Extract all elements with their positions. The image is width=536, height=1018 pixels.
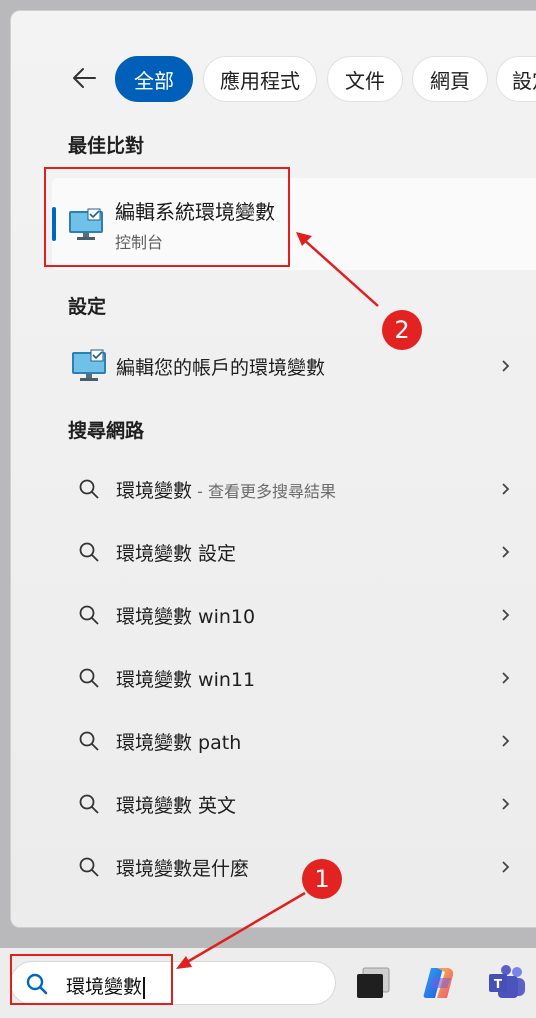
web-result-row[interactable]: 環境變數 path [55, 715, 536, 767]
annotation-badge-2: 2 [382, 310, 422, 350]
search-icon [79, 542, 99, 562]
filter-chip-web[interactable]: 網頁 [412, 56, 488, 102]
search-icon [79, 731, 99, 751]
selection-indicator [52, 207, 56, 241]
search-icon [79, 668, 99, 688]
monitor-settings-icon [72, 349, 106, 381]
best-match-title: 編輯系統環境變數 [115, 200, 275, 224]
taskbar-search-box[interactable]: 環境變數 [10, 961, 336, 1005]
chevron-right-icon [502, 735, 510, 747]
chevron-right-icon [502, 609, 510, 621]
teams-icon[interactable]: T [487, 964, 527, 1002]
chevron-right-icon [502, 798, 510, 810]
chevron-right-icon [502, 861, 510, 873]
search-icon [79, 479, 99, 499]
annotation-badge-1: 1 [302, 859, 342, 899]
filter-chip-apps[interactable]: 應用程式 [203, 56, 317, 102]
best-match-heading: 最佳比對 [68, 135, 145, 157]
web-result-row[interactable]: 環境變數是什麼 [55, 841, 536, 893]
web-result-label: 環境變數 win10 [116, 605, 256, 628]
text-caret [143, 976, 145, 999]
web-result-row[interactable]: 環境變數 win11 [55, 652, 536, 704]
search-icon [26, 973, 48, 995]
monitor-settings-icon [69, 208, 103, 240]
chevron-right-icon [502, 360, 510, 372]
copilot-icon[interactable] [421, 964, 459, 1002]
taskbar-search-query: 環境變數 [66, 976, 143, 998]
chevron-right-icon [502, 672, 510, 684]
filter-chip-all[interactable]: 全部 [115, 56, 193, 102]
filter-chip-documents[interactable]: 文件 [327, 56, 403, 102]
web-result-label: 環境變數 英文 [116, 794, 237, 817]
best-match-card[interactable]: 編輯系統環境變數 控制台 [52, 178, 536, 270]
taskbar: 環境變數 T [0, 948, 536, 1018]
web-result-label: 環境變數是什麼 [116, 857, 250, 880]
search-icon [79, 857, 99, 877]
web-result-row[interactable]: 環境變數 英文 [55, 778, 536, 830]
filter-chip-settings[interactable]: 設定 [496, 56, 536, 102]
web-result-label: 環境變數 [116, 479, 193, 502]
settings-result-label: 編輯您的帳戶的環境變數 [116, 356, 326, 379]
search-icon [79, 794, 99, 814]
web-result-row[interactable]: 環境變數 - 查看更多搜尋結果 [55, 463, 536, 515]
back-arrow-icon[interactable] [69, 63, 99, 93]
web-result-label: 環境變數 path [116, 731, 242, 754]
settings-heading: 設定 [68, 296, 107, 318]
task-view-icon[interactable] [355, 964, 393, 1000]
web-result-row[interactable]: 環境變數 win10 [55, 589, 536, 641]
svg-text:T: T [494, 977, 503, 991]
web-result-suffix: - 查看更多搜尋結果 [192, 481, 336, 501]
chevron-right-icon [502, 546, 510, 558]
search-results-panel: 全部 應用程式 文件 網頁 設定 最佳比對 編輯系統環境變數 控制台 設定 編輯… [10, 10, 536, 928]
web-result-row[interactable]: 環境變數 設定 [55, 526, 536, 578]
chevron-right-icon [502, 483, 510, 495]
settings-result-row[interactable]: 編輯您的帳戶的環境變數 [55, 340, 536, 392]
web-result-label: 環境變數 win11 [116, 668, 256, 691]
web-search-heading: 搜尋網路 [68, 420, 145, 442]
best-match-subtitle: 控制台 [115, 233, 164, 252]
web-result-label: 環境變數 設定 [116, 542, 237, 565]
search-icon [79, 605, 99, 625]
